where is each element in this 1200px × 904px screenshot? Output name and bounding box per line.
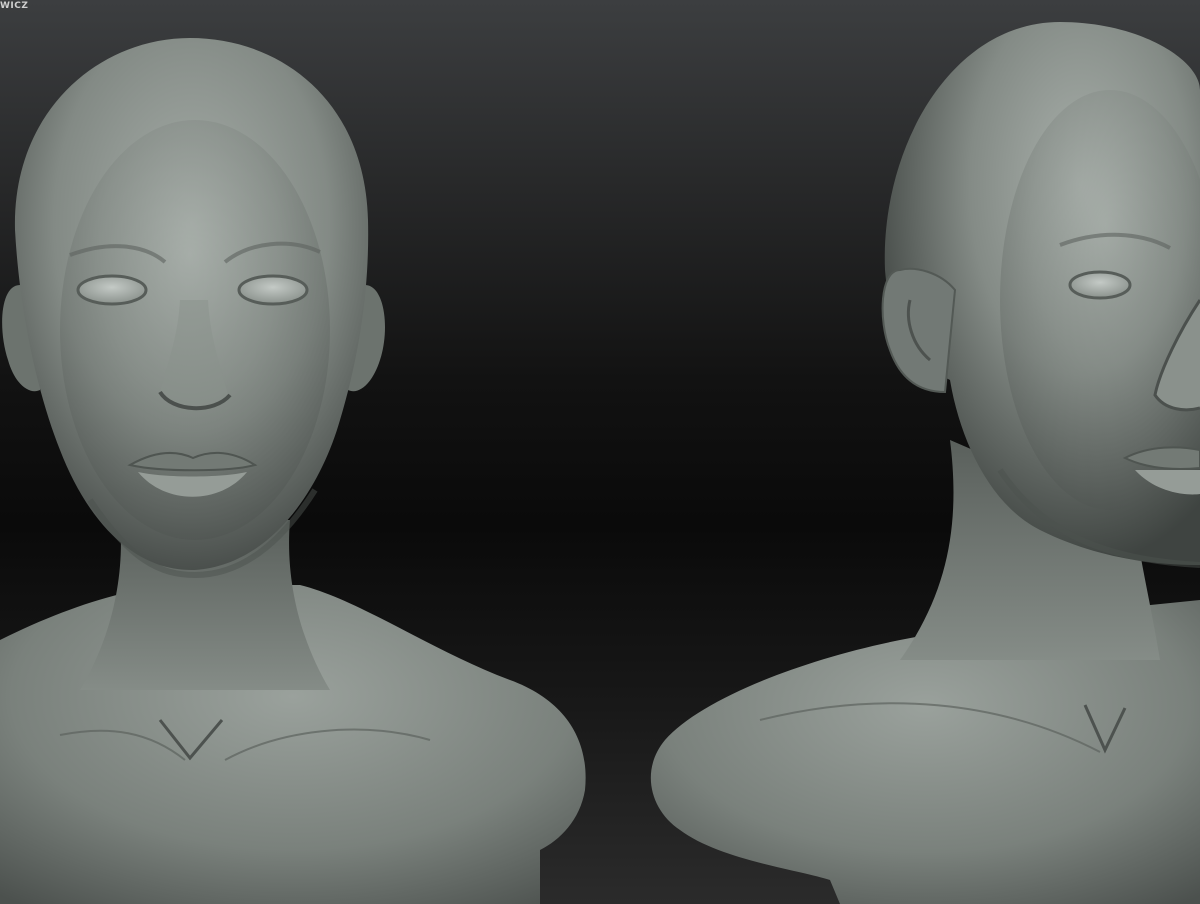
sculpt-render <box>0 22 1200 904</box>
render-viewport: WICZ <box>0 0 1200 904</box>
side-view-bust <box>650 22 1200 904</box>
front-view-bust <box>0 38 586 904</box>
